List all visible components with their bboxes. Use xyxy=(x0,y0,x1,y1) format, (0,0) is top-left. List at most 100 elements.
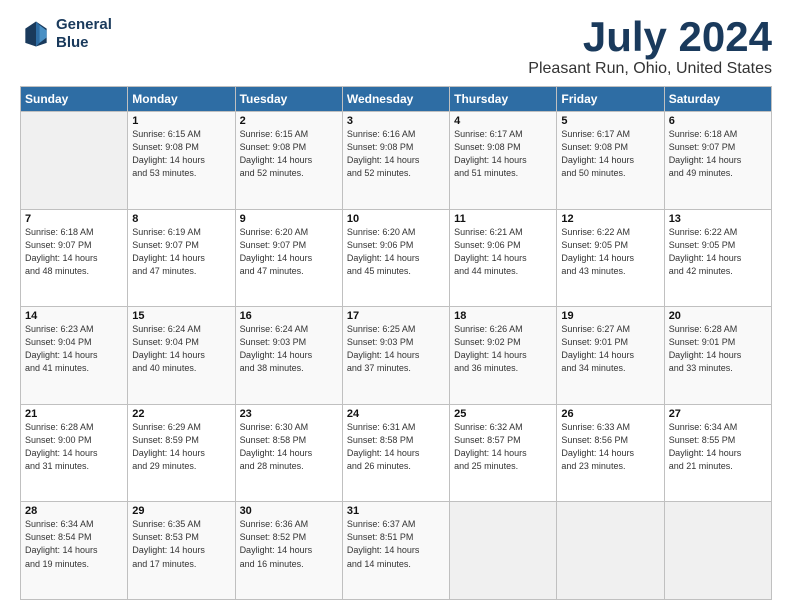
day-number: 30 xyxy=(240,505,338,517)
calendar-header-row: SundayMondayTuesdayWednesdayThursdayFrid… xyxy=(21,87,772,112)
calendar-cell xyxy=(557,502,664,600)
day-number: 27 xyxy=(669,408,767,420)
calendar-cell xyxy=(664,502,771,600)
day-number: 2 xyxy=(240,115,338,127)
calendar-cell: 18 Sunrise: 6:26 AMSunset: 9:02 PMDaylig… xyxy=(450,307,557,405)
logo-icon xyxy=(20,18,52,50)
day-info: Sunrise: 6:20 AMSunset: 9:06 PMDaylight:… xyxy=(347,226,445,278)
calendar-cell xyxy=(450,502,557,600)
day-info: Sunrise: 6:15 AMSunset: 9:08 PMDaylight:… xyxy=(132,128,230,180)
day-number: 19 xyxy=(561,310,659,322)
calendar-cell: 29 Sunrise: 6:35 AMSunset: 8:53 PMDaylig… xyxy=(128,502,235,600)
calendar-cell: 2 Sunrise: 6:15 AMSunset: 9:08 PMDayligh… xyxy=(235,112,342,210)
day-info: Sunrise: 6:26 AMSunset: 9:02 PMDaylight:… xyxy=(454,323,552,375)
day-info: Sunrise: 6:34 AMSunset: 8:55 PMDaylight:… xyxy=(669,421,767,473)
day-info: Sunrise: 6:32 AMSunset: 8:57 PMDaylight:… xyxy=(454,421,552,473)
day-info: Sunrise: 6:20 AMSunset: 9:07 PMDaylight:… xyxy=(240,226,338,278)
day-number: 16 xyxy=(240,310,338,322)
calendar-cell: 25 Sunrise: 6:32 AMSunset: 8:57 PMDaylig… xyxy=(450,404,557,502)
day-number: 22 xyxy=(132,408,230,420)
day-info: Sunrise: 6:37 AMSunset: 8:51 PMDaylight:… xyxy=(347,518,445,570)
day-of-week-header: Friday xyxy=(557,87,664,112)
calendar-cell: 9 Sunrise: 6:20 AMSunset: 9:07 PMDayligh… xyxy=(235,209,342,307)
day-number: 13 xyxy=(669,213,767,225)
calendar-cell: 22 Sunrise: 6:29 AMSunset: 8:59 PMDaylig… xyxy=(128,404,235,502)
day-number: 6 xyxy=(669,115,767,127)
day-number: 28 xyxy=(25,505,123,517)
calendar-cell: 31 Sunrise: 6:37 AMSunset: 8:51 PMDaylig… xyxy=(342,502,449,600)
calendar-cell: 13 Sunrise: 6:22 AMSunset: 9:05 PMDaylig… xyxy=(664,209,771,307)
day-of-week-header: Tuesday xyxy=(235,87,342,112)
day-info: Sunrise: 6:30 AMSunset: 8:58 PMDaylight:… xyxy=(240,421,338,473)
day-number: 15 xyxy=(132,310,230,322)
day-number: 9 xyxy=(240,213,338,225)
calendar-week-row: 14 Sunrise: 6:23 AMSunset: 9:04 PMDaylig… xyxy=(21,307,772,405)
day-info: Sunrise: 6:25 AMSunset: 9:03 PMDaylight:… xyxy=(347,323,445,375)
calendar-cell: 8 Sunrise: 6:19 AMSunset: 9:07 PMDayligh… xyxy=(128,209,235,307)
day-info: Sunrise: 6:36 AMSunset: 8:52 PMDaylight:… xyxy=(240,518,338,570)
day-info: Sunrise: 6:21 AMSunset: 9:06 PMDaylight:… xyxy=(454,226,552,278)
calendar-cell: 19 Sunrise: 6:27 AMSunset: 9:01 PMDaylig… xyxy=(557,307,664,405)
day-number: 5 xyxy=(561,115,659,127)
day-of-week-header: Thursday xyxy=(450,87,557,112)
day-number: 23 xyxy=(240,408,338,420)
day-number: 10 xyxy=(347,213,445,225)
calendar-cell: 15 Sunrise: 6:24 AMSunset: 9:04 PMDaylig… xyxy=(128,307,235,405)
day-info: Sunrise: 6:31 AMSunset: 8:58 PMDaylight:… xyxy=(347,421,445,473)
day-number: 3 xyxy=(347,115,445,127)
day-number: 26 xyxy=(561,408,659,420)
calendar-cell: 23 Sunrise: 6:30 AMSunset: 8:58 PMDaylig… xyxy=(235,404,342,502)
month-title: July 2024 xyxy=(528,16,772,58)
day-info: Sunrise: 6:17 AMSunset: 9:08 PMDaylight:… xyxy=(561,128,659,180)
day-of-week-header: Monday xyxy=(128,87,235,112)
day-info: Sunrise: 6:29 AMSunset: 8:59 PMDaylight:… xyxy=(132,421,230,473)
calendar-cell: 27 Sunrise: 6:34 AMSunset: 8:55 PMDaylig… xyxy=(664,404,771,502)
day-info: Sunrise: 6:19 AMSunset: 9:07 PMDaylight:… xyxy=(132,226,230,278)
day-number: 31 xyxy=(347,505,445,517)
calendar-cell: 6 Sunrise: 6:18 AMSunset: 9:07 PMDayligh… xyxy=(664,112,771,210)
calendar-cell: 20 Sunrise: 6:28 AMSunset: 9:01 PMDaylig… xyxy=(664,307,771,405)
day-number: 1 xyxy=(132,115,230,127)
calendar-cell: 3 Sunrise: 6:16 AMSunset: 9:08 PMDayligh… xyxy=(342,112,449,210)
calendar-cell: 26 Sunrise: 6:33 AMSunset: 8:56 PMDaylig… xyxy=(557,404,664,502)
day-info: Sunrise: 6:24 AMSunset: 9:04 PMDaylight:… xyxy=(132,323,230,375)
calendar-cell: 11 Sunrise: 6:21 AMSunset: 9:06 PMDaylig… xyxy=(450,209,557,307)
day-info: Sunrise: 6:18 AMSunset: 9:07 PMDaylight:… xyxy=(669,128,767,180)
calendar-cell: 21 Sunrise: 6:28 AMSunset: 9:00 PMDaylig… xyxy=(21,404,128,502)
day-info: Sunrise: 6:16 AMSunset: 9:08 PMDaylight:… xyxy=(347,128,445,180)
calendar-cell: 24 Sunrise: 6:31 AMSunset: 8:58 PMDaylig… xyxy=(342,404,449,502)
calendar-cell: 14 Sunrise: 6:23 AMSunset: 9:04 PMDaylig… xyxy=(21,307,128,405)
day-info: Sunrise: 6:18 AMSunset: 9:07 PMDaylight:… xyxy=(25,226,123,278)
logo-text: General Blue xyxy=(56,16,112,52)
day-info: Sunrise: 6:35 AMSunset: 8:53 PMDaylight:… xyxy=(132,518,230,570)
day-info: Sunrise: 6:15 AMSunset: 9:08 PMDaylight:… xyxy=(240,128,338,180)
calendar-cell xyxy=(21,112,128,210)
day-number: 29 xyxy=(132,505,230,517)
calendar-cell: 30 Sunrise: 6:36 AMSunset: 8:52 PMDaylig… xyxy=(235,502,342,600)
day-number: 14 xyxy=(25,310,123,322)
day-of-week-header: Sunday xyxy=(21,87,128,112)
logo: General Blue xyxy=(20,16,112,52)
calendar-cell: 12 Sunrise: 6:22 AMSunset: 9:05 PMDaylig… xyxy=(557,209,664,307)
day-of-week-header: Wednesday xyxy=(342,87,449,112)
location: Pleasant Run, Ohio, United States xyxy=(528,60,772,78)
day-number: 11 xyxy=(454,213,552,225)
day-number: 7 xyxy=(25,213,123,225)
day-info: Sunrise: 6:28 AMSunset: 9:00 PMDaylight:… xyxy=(25,421,123,473)
calendar-week-row: 1 Sunrise: 6:15 AMSunset: 9:08 PMDayligh… xyxy=(21,112,772,210)
day-info: Sunrise: 6:22 AMSunset: 9:05 PMDaylight:… xyxy=(669,226,767,278)
day-number: 8 xyxy=(132,213,230,225)
calendar-cell: 17 Sunrise: 6:25 AMSunset: 9:03 PMDaylig… xyxy=(342,307,449,405)
calendar-week-row: 28 Sunrise: 6:34 AMSunset: 8:54 PMDaylig… xyxy=(21,502,772,600)
day-number: 18 xyxy=(454,310,552,322)
day-info: Sunrise: 6:34 AMSunset: 8:54 PMDaylight:… xyxy=(25,518,123,570)
calendar-cell: 5 Sunrise: 6:17 AMSunset: 9:08 PMDayligh… xyxy=(557,112,664,210)
day-info: Sunrise: 6:22 AMSunset: 9:05 PMDaylight:… xyxy=(561,226,659,278)
day-info: Sunrise: 6:23 AMSunset: 9:04 PMDaylight:… xyxy=(25,323,123,375)
day-number: 25 xyxy=(454,408,552,420)
day-info: Sunrise: 6:24 AMSunset: 9:03 PMDaylight:… xyxy=(240,323,338,375)
day-number: 17 xyxy=(347,310,445,322)
page: General Blue July 2024 Pleasant Run, Ohi… xyxy=(0,0,792,612)
calendar-cell: 16 Sunrise: 6:24 AMSunset: 9:03 PMDaylig… xyxy=(235,307,342,405)
calendar-cell: 28 Sunrise: 6:34 AMSunset: 8:54 PMDaylig… xyxy=(21,502,128,600)
